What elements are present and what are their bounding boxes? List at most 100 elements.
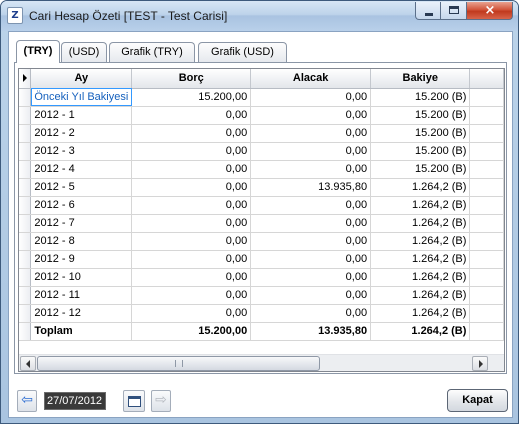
cell-bakiye[interactable]: 1.264,2 (B) — [370, 214, 471, 233]
cell-bakiye[interactable]: 15.200 (B) — [370, 142, 471, 161]
cell-alacak[interactable]: 0,00 — [250, 88, 372, 107]
date-input[interactable]: 27/07/2012 — [44, 392, 106, 410]
table-row[interactable]: 2012 - 12 0,00 0,00 1.264,2 (B) — [19, 304, 504, 323]
table-row[interactable]: 2012 - 9 0,00 0,00 1.264,2 (B) — [19, 250, 504, 269]
cell-ay[interactable]: 2012 - 5 — [30, 178, 133, 197]
cell-borc[interactable]: 15.200,00 — [131, 88, 252, 107]
table-row[interactable]: 2012 - 6 0,00 0,00 1.264,2 (B) — [19, 196, 504, 215]
column-header-borc[interactable]: Borç — [131, 69, 252, 89]
table-row[interactable]: 2012 - 5 0,00 13.935,80 1.264,2 (B) — [19, 178, 504, 197]
cell-ay[interactable]: 2012 - 1 — [30, 106, 133, 125]
cell-alacak[interactable]: 0,00 — [250, 160, 372, 179]
cell-bakiye[interactable]: 1.264,2 (B) — [370, 304, 471, 323]
cell-borc[interactable]: 0,00 — [131, 178, 252, 197]
cell-bakiye[interactable]: 15.200 (B) — [370, 160, 471, 179]
minimize-button[interactable] — [415, 2, 441, 20]
tab-grafik-usd[interactable]: Grafik (USD) — [198, 42, 287, 62]
cell-borc[interactable]: 0,00 — [131, 268, 252, 287]
table-row[interactable]: 2012 - 4 0,00 0,00 15.200 (B) — [19, 160, 504, 179]
cell-ay[interactable]: 2012 - 10 — [30, 268, 133, 287]
table-row[interactable]: 2012 - 2 0,00 0,00 15.200 (B) — [19, 124, 504, 143]
cell-alacak[interactable]: 0,00 — [250, 106, 372, 125]
row-indicator[interactable] — [19, 304, 32, 323]
row-indicator[interactable] — [19, 196, 32, 215]
column-header-alacak[interactable]: Alacak — [250, 69, 372, 89]
row-indicator[interactable] — [19, 142, 32, 161]
cell-borc[interactable]: 0,00 — [131, 214, 252, 233]
kapat-button[interactable]: Kapat — [447, 389, 508, 412]
row-indicator[interactable] — [19, 106, 32, 125]
cell-alacak[interactable]: 0,00 — [250, 304, 372, 323]
summary-grid[interactable]: Ay Borç Alacak Bakiye Önceki Yıl Bakiyes… — [18, 68, 505, 372]
cell-ay[interactable]: 2012 - 2 — [30, 124, 133, 143]
cell-bakiye[interactable]: 15.200 (B) — [370, 88, 471, 107]
cell-bakiye[interactable]: 15.200 (B) — [370, 124, 471, 143]
cell-ay[interactable]: 2012 - 11 — [30, 286, 133, 305]
cell-ay[interactable]: 2012 - 6 — [30, 196, 133, 215]
cell-alacak[interactable]: 0,00 — [250, 214, 372, 233]
table-row[interactable]: 2012 - 11 0,00 0,00 1.264,2 (B) — [19, 286, 504, 305]
cell-alacak[interactable]: 0,00 — [250, 124, 372, 143]
tab-usd[interactable]: (USD) — [61, 42, 107, 62]
cell-borc[interactable]: 0,00 — [131, 196, 252, 215]
cell-alacak[interactable]: 0,00 — [250, 286, 372, 305]
row-indicator[interactable] — [19, 88, 32, 107]
cell-alacak[interactable]: 13.935,80 — [250, 178, 372, 197]
cell-bakiye[interactable]: 15.200 (B) — [370, 106, 471, 125]
cell-bakiye[interactable]: 1.264,2 (B) — [370, 250, 471, 269]
tab-grafik-try[interactable]: Grafik (TRY) — [109, 42, 195, 62]
calendar-button[interactable] — [123, 390, 145, 412]
row-indicator[interactable] — [19, 214, 32, 233]
row-indicator[interactable] — [19, 268, 32, 287]
row-indicator[interactable] — [19, 124, 32, 143]
row-indicator[interactable] — [19, 232, 32, 251]
cell-bakiye[interactable]: 1.264,2 (B) — [370, 268, 471, 287]
cell-borc[interactable]: 0,00 — [131, 142, 252, 161]
horizontal-scrollbar[interactable] — [19, 354, 504, 371]
table-row[interactable]: 2012 - 7 0,00 0,00 1.264,2 (B) — [19, 214, 504, 233]
row-indicator[interactable] — [19, 286, 32, 305]
previous-date-button[interactable]: ⇦ — [17, 390, 37, 412]
cell-ay[interactable]: 2012 - 3 — [30, 142, 133, 161]
table-row[interactable]: 2012 - 3 0,00 0,00 15.200 (B) — [19, 142, 504, 161]
table-row[interactable]: 2012 - 1 0,00 0,00 15.200 (B) — [19, 106, 504, 125]
cell-bakiye[interactable]: 1.264,2 (B) — [370, 196, 471, 215]
cell-alacak[interactable]: 0,00 — [250, 268, 372, 287]
cell-alacak[interactable]: 0,00 — [250, 142, 372, 161]
cell-alacak[interactable]: 0,00 — [250, 250, 372, 269]
cell-ay[interactable]: 2012 - 12 — [30, 304, 133, 323]
cell-borc[interactable]: 0,00 — [131, 160, 252, 179]
cell-borc[interactable]: 0,00 — [131, 106, 252, 125]
table-row[interactable]: 2012 - 8 0,00 0,00 1.264,2 (B) — [19, 232, 504, 251]
table-row[interactable]: Önceki Yıl Bakiyesi 15.200,00 0,00 15.200 (… — [19, 88, 504, 107]
close-window-button[interactable]: × — [467, 2, 513, 20]
title-bar[interactable]: Z Cari Hesap Özeti [TEST - Test Carisi] … — [1, 1, 518, 31]
cell-borc[interactable]: 0,00 — [131, 124, 252, 143]
cell-alacak[interactable]: 0,00 — [250, 232, 372, 251]
cell-bakiye[interactable]: 1.264,2 (B) — [370, 286, 471, 305]
cell-borc[interactable]: 0,00 — [131, 286, 252, 305]
cell-alacak[interactable]: 0,00 — [250, 196, 372, 215]
table-row[interactable]: 2012 - 10 0,00 0,00 1.264,2 (B) — [19, 268, 504, 287]
maximize-button[interactable] — [441, 2, 467, 20]
cell-bakiye[interactable]: 1.264,2 (B) — [370, 232, 471, 251]
cell-borc[interactable]: 0,00 — [131, 232, 252, 251]
cell-borc[interactable]: 0,00 — [131, 304, 252, 323]
scroll-right-button[interactable] — [472, 356, 488, 371]
column-header-ay[interactable]: Ay — [30, 69, 133, 89]
cell-ay[interactable]: 2012 - 9 — [30, 250, 133, 269]
cell-ay[interactable]: Önceki Yıl Bakiyesi — [30, 88, 133, 107]
cell-bakiye[interactable]: 1.264,2 (B) — [370, 178, 471, 197]
tab-try[interactable]: (TRY) — [16, 40, 60, 63]
cell-borc[interactable]: 0,00 — [131, 250, 252, 269]
cell-ay[interactable]: 2012 - 7 — [30, 214, 133, 233]
cell-ay[interactable]: 2012 - 4 — [30, 160, 133, 179]
cell-ay[interactable]: 2012 - 8 — [30, 232, 133, 251]
column-header-bakiye[interactable]: Bakiye — [370, 69, 471, 89]
row-indicator[interactable] — [19, 250, 32, 269]
scroll-thumb[interactable] — [37, 356, 320, 371]
row-indicator[interactable] — [19, 160, 32, 179]
next-date-button[interactable]: ⇨ — [151, 390, 171, 412]
row-indicator[interactable] — [19, 178, 32, 197]
scroll-left-button[interactable] — [20, 356, 36, 371]
